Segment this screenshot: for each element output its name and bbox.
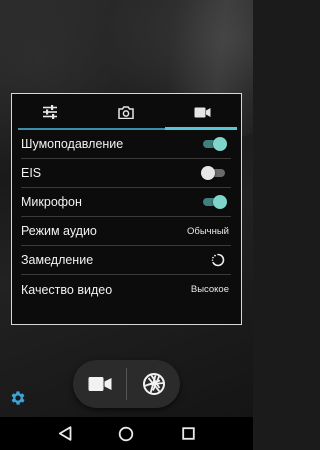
setting-label: Микрофон (21, 195, 82, 209)
video-settings-panel: Шумоподавление EIS Микрофон Режим аудио … (11, 93, 242, 325)
sliders-icon (43, 105, 58, 119)
shutter-icon (142, 373, 165, 395)
audio-mode-value[interactable]: Обычный (187, 226, 231, 237)
setting-label: Шумоподавление (21, 137, 124, 151)
setting-label: Качество видео (21, 282, 113, 297)
active-tab-indicator (165, 127, 237, 130)
video-quality-value[interactable]: Высокое (191, 284, 231, 295)
setting-row-video-quality[interactable]: Качество видео Высокое (21, 275, 231, 304)
take-photo-button[interactable] (127, 360, 180, 408)
loading-spinner-icon (211, 253, 225, 267)
setting-row-audio-mode[interactable]: Режим аудио Обычный (21, 217, 231, 246)
tab-video-settings[interactable] (165, 94, 241, 130)
toggle-thumb (201, 166, 215, 180)
toggle-thumb (213, 137, 227, 151)
setting-row-noise-reduction[interactable]: Шумоподавление (21, 130, 231, 159)
setting-label: EIS (21, 166, 42, 180)
setting-row-slow-motion[interactable]: Замедление (21, 246, 231, 275)
noise-reduction-toggle[interactable] (201, 137, 227, 151)
tab-indicator-line (18, 127, 237, 130)
microphone-toggle[interactable] (201, 195, 227, 209)
setting-label: Режим аудио (21, 224, 97, 238)
toggle-thumb (213, 195, 227, 209)
record-video-button[interactable] (73, 360, 126, 408)
video-camera-icon (88, 377, 111, 391)
setting-row-microphone[interactable]: Микрофон (21, 188, 231, 217)
eis-toggle[interactable] (201, 166, 227, 180)
back-triangle-icon (58, 426, 72, 441)
video-camera-icon (194, 107, 211, 117)
capture-controls (73, 360, 180, 408)
setting-label: Замедление (21, 253, 94, 267)
tab-photo-settings[interactable] (88, 94, 164, 130)
nav-home-button[interactable] (116, 424, 136, 444)
settings-tabs (12, 94, 241, 130)
tab-general-settings[interactable] (12, 94, 88, 130)
gear-icon[interactable] (9, 389, 27, 407)
settings-list: Шумоподавление EIS Микрофон Режим аудио … (12, 130, 241, 304)
setting-row-eis[interactable]: EIS (21, 159, 231, 188)
system-navigation-bar (0, 417, 253, 450)
recents-square-icon (181, 427, 195, 440)
camera-icon (118, 105, 135, 119)
home-circle-icon (119, 426, 134, 441)
nav-recents-button[interactable] (178, 424, 198, 444)
nav-back-button[interactable] (55, 424, 75, 444)
